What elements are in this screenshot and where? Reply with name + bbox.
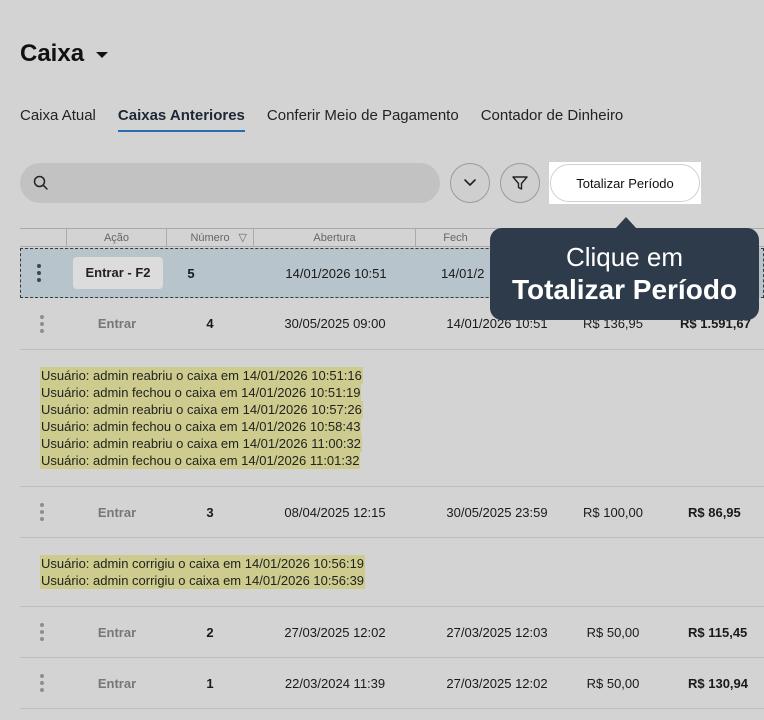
enter-button[interactable]: Entrar [82, 607, 152, 657]
row-number: 4 [206, 316, 214, 331]
log-panel: Usuário: admin corrigiu o caixa em 14/01… [20, 538, 764, 607]
row-closed: 27/03/2025 12:02 [446, 675, 548, 691]
column-header-abertura: Abertura [253, 229, 415, 247]
row-menu-button[interactable] [36, 658, 48, 708]
row-number: 5 [187, 265, 195, 281]
hint-tooltip: Clique em Totalizar Período [490, 217, 759, 320]
tab-bar: Caixa Atual Caixas Anteriores Conferir M… [20, 107, 645, 132]
row-value-initial: R$ 50,00 [586, 624, 640, 640]
more-vertical-icon [37, 263, 41, 284]
row-opened: 27/03/2025 12:02 [284, 624, 386, 640]
column-header-acao: Ação [66, 229, 166, 247]
row-number: 1 [206, 675, 214, 691]
column-header-numero[interactable]: Número ▽ [166, 229, 253, 247]
row-menu-button[interactable] [37, 249, 41, 297]
log-entry: Usuário: admin corrigiu o caixa em 14/01… [40, 555, 366, 572]
more-vertical-icon [40, 502, 44, 523]
page-title: Caixa [20, 40, 85, 67]
row-opened: 14/01/2026 10:51 [285, 265, 387, 281]
row-menu-button[interactable] [36, 298, 48, 349]
enter-button[interactable]: Entrar [82, 658, 152, 708]
log-panel: Usuário: admin reabriu o caixa em 14/01/… [20, 350, 764, 487]
row-value-initial: R$ 50,00 [586, 675, 640, 691]
enter-button[interactable]: Entrar [82, 298, 152, 349]
chevron-down-icon [464, 179, 476, 186]
caret-down-icon[interactable] [96, 52, 109, 58]
log-entry: Usuário: admin fechou o caixa em 14/01/2… [40, 384, 362, 401]
more-vertical-icon [40, 622, 44, 643]
filter-button[interactable] [500, 163, 540, 203]
search-input[interactable] [20, 163, 440, 203]
row-menu-button[interactable] [36, 607, 48, 657]
log-entry: Usuário: admin reabriu o caixa em 14/01/… [40, 435, 362, 452]
action-cell: Entrar - F2 [72, 249, 164, 297]
page-title-dropdown[interactable]: Caixa [20, 40, 109, 68]
table-row[interactable]: Entrar 3 08/04/2025 12:15 30/05/2025 23:… [20, 487, 764, 538]
tooltip-line-2: Totalizar Período [511, 274, 738, 305]
row-closed: 30/05/2025 23:59 [446, 504, 548, 520]
sort-icon[interactable]: ▽ [239, 229, 247, 247]
row-value-final: R$ 115,45 [688, 624, 748, 640]
enter-f2-button[interactable]: Entrar - F2 [73, 257, 163, 289]
table-row[interactable]: Entrar 1 22/03/2024 11:39 27/03/2025 12:… [20, 658, 764, 709]
log-entry: Usuário: admin reabriu o caixa em 14/01/… [40, 401, 363, 418]
row-number: 3 [206, 504, 214, 520]
row-value-final: R$ 86,95 [688, 504, 741, 520]
totalizar-periodo-button[interactable]: Totalizar Período [550, 164, 700, 202]
log-entry: Usuário: admin fechou o caixa em 14/01/2… [40, 452, 361, 469]
column-header-numero-label: Número [190, 232, 230, 244]
search-icon [33, 175, 48, 190]
row-opened: 22/03/2024 11:39 [284, 675, 386, 691]
tab-caixa-atual[interactable]: Caixa Atual [20, 107, 96, 132]
expand-button[interactable] [450, 163, 490, 203]
table-row[interactable]: Entrar 2 27/03/2025 12:02 27/03/2025 12:… [20, 607, 764, 658]
log-entry: Usuário: admin fechou o caixa em 14/01/2… [40, 418, 362, 435]
tooltip-arrow [615, 217, 637, 229]
filter-icon [512, 176, 528, 190]
total-button-highlight: Totalizar Período [549, 162, 701, 204]
log-entry: Usuário: admin reabriu o caixa em 14/01/… [40, 367, 363, 384]
row-opened: 30/05/2025 09:00 [284, 316, 386, 331]
more-vertical-icon [40, 673, 44, 694]
tab-contador-dinheiro[interactable]: Contador de Dinheiro [481, 107, 624, 132]
tab-conferir-meio-pagamento[interactable]: Conferir Meio de Pagamento [267, 107, 459, 132]
log-entry: Usuário: admin corrigiu o caixa em 14/01… [40, 572, 366, 589]
tooltip-line-1: Clique em [565, 242, 684, 272]
row-number: 2 [206, 624, 214, 640]
row-value-initial: R$ 100,00 [583, 504, 643, 520]
row-menu-button[interactable] [36, 487, 48, 537]
more-vertical-icon [40, 313, 44, 334]
row-value-final: R$ 130,94 [688, 675, 748, 691]
tab-caixas-anteriores[interactable]: Caixas Anteriores [117, 107, 245, 132]
row-opened: 08/04/2025 12:15 [284, 504, 386, 520]
enter-button[interactable]: Entrar [82, 487, 152, 537]
row-closed: 27/03/2025 12:03 [446, 624, 548, 640]
column-header-fechamento: Fech [415, 229, 495, 247]
